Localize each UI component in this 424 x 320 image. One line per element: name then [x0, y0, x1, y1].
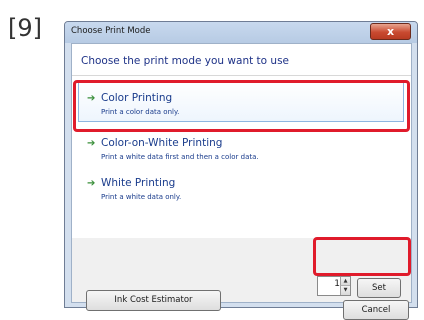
- spin-down-icon[interactable]: ▼: [340, 286, 350, 295]
- cancel-button[interactable]: Cancel: [343, 300, 409, 320]
- option-description: Print a white data first and then a colo…: [101, 153, 259, 161]
- option-color-on-white-printing[interactable]: ➔ Color-on-White Printing Print a white …: [72, 135, 411, 175]
- close-icon: x: [386, 25, 395, 38]
- highlight-set-callout: [313, 237, 411, 276]
- spin-up-icon[interactable]: ▲: [340, 277, 350, 286]
- copies-value[interactable]: 1: [318, 279, 340, 289]
- step-label: [9]: [8, 14, 42, 42]
- green-arrow-icon: ➔: [87, 138, 96, 149]
- option-white-printing[interactable]: ➔ White Printing Print a white data only…: [72, 175, 411, 215]
- instruction-heading: Choose the print mode you want to use: [81, 55, 290, 67]
- option-description: Print a white data only.: [101, 193, 182, 201]
- green-arrow-icon: ➔: [87, 178, 96, 189]
- ink-cost-estimator-button[interactable]: Ink Cost Estimator: [86, 290, 221, 311]
- copies-spinner[interactable]: 1 ▲ ▼: [317, 276, 351, 296]
- title-bar[interactable]: Choose Print Mode x: [65, 22, 417, 43]
- highlight-color-printing-callout: [73, 80, 410, 132]
- option-title: Color-on-White Printing: [101, 137, 223, 149]
- option-title: White Printing: [101, 177, 176, 189]
- heading-divider: [72, 75, 411, 76]
- dialog-title: Choose Print Mode: [71, 26, 151, 36]
- option-panel: Choose the print mode you want to use ➔ …: [72, 44, 411, 238]
- set-button[interactable]: Set: [357, 278, 401, 298]
- close-button[interactable]: x: [370, 23, 411, 40]
